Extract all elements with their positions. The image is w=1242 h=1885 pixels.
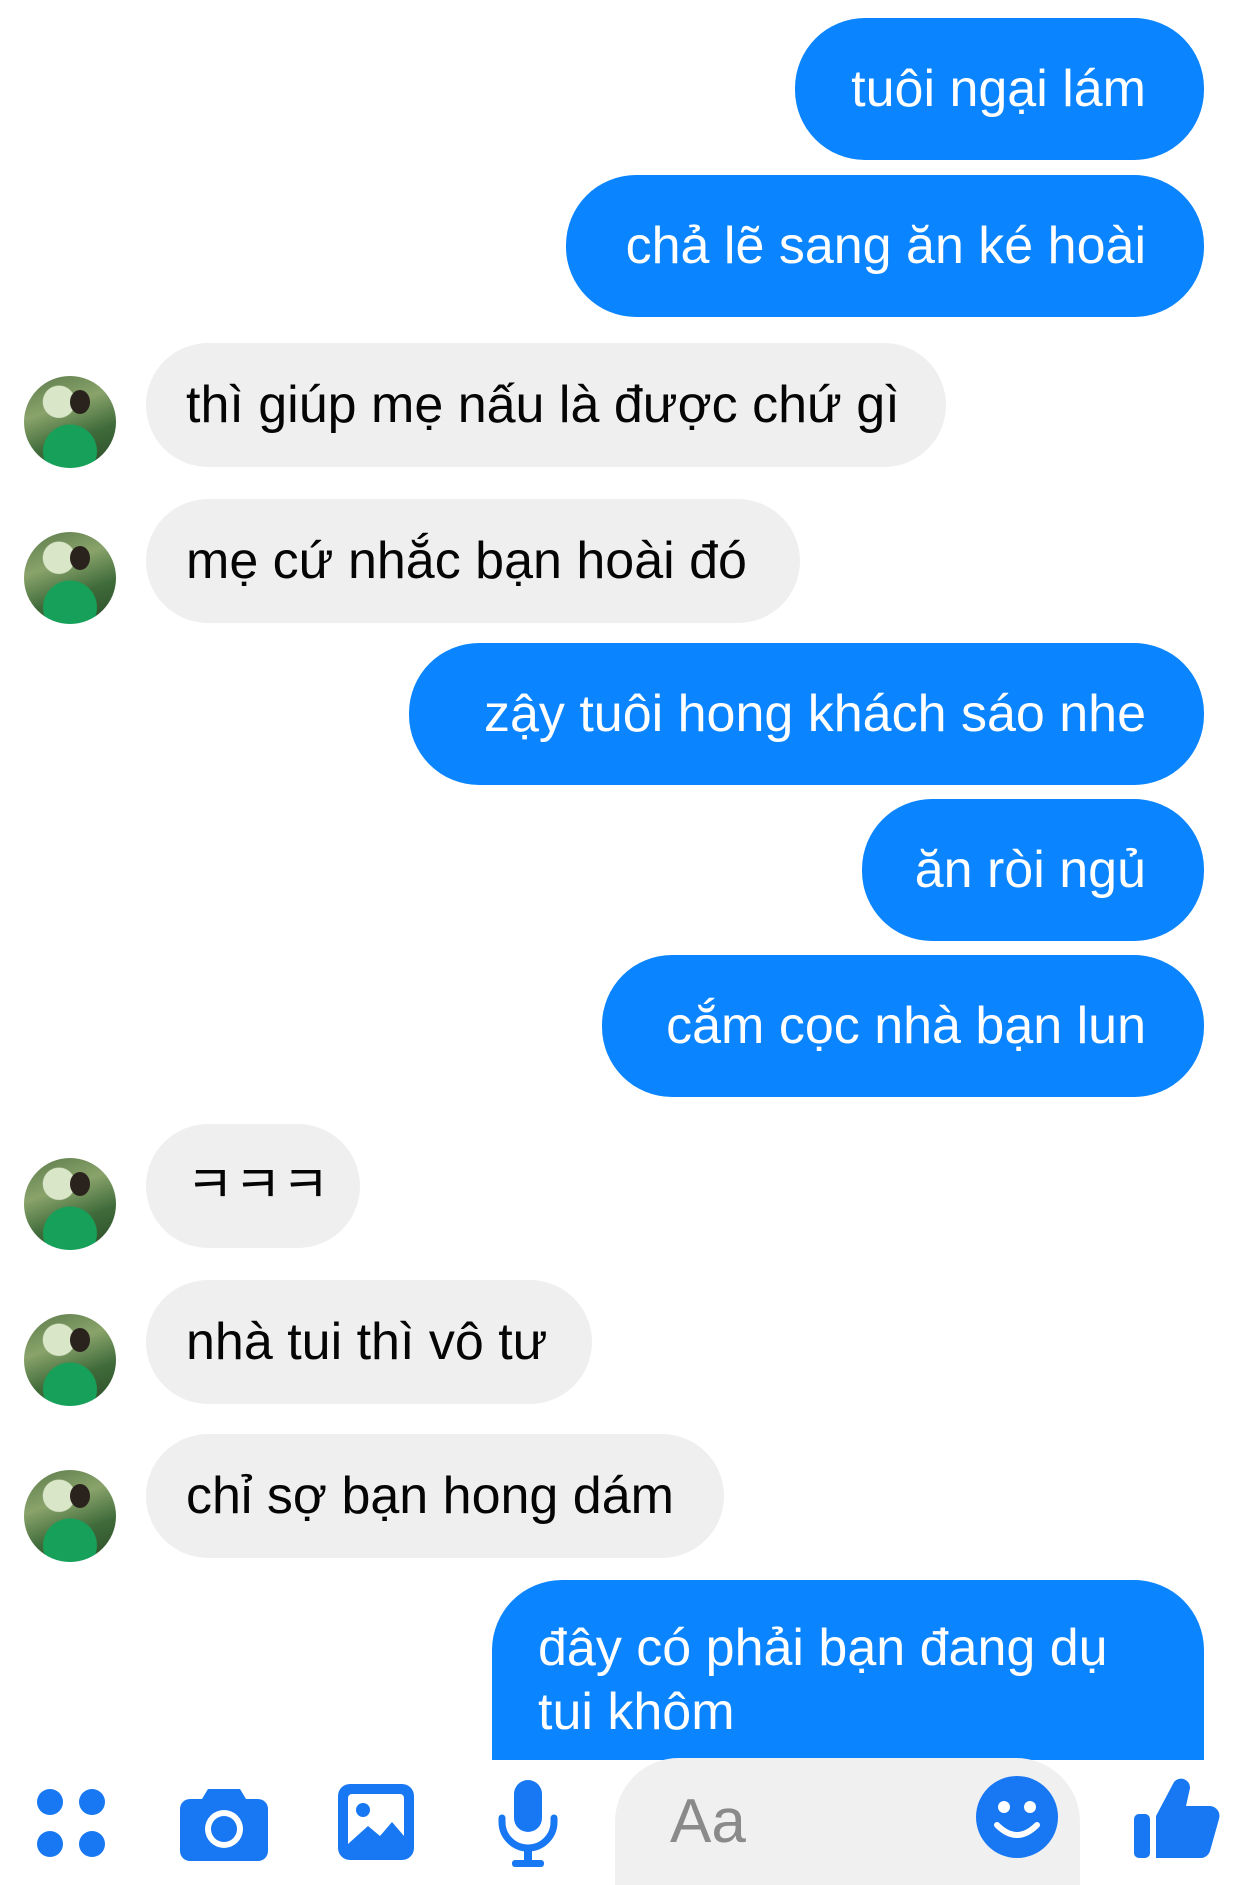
contact-avatar[interactable] <box>24 1470 116 1562</box>
contact-avatar[interactable] <box>24 1314 116 1406</box>
emoji-icon[interactable] <box>975 1775 1059 1859</box>
received-message[interactable]: mẹ cứ nhắc bạn hoài đó <box>146 499 800 623</box>
message-thread: tuôi ngại lám chả lẽ sang ăn ké hoài thì… <box>0 0 1242 1760</box>
sent-message[interactable]: zậy tuôi hong khách sáo nhe <box>409 643 1204 785</box>
photo-icon[interactable] <box>336 1782 416 1862</box>
sent-message[interactable]: tuôi ngại lám <box>795 18 1204 160</box>
contact-avatar[interactable] <box>24 532 116 624</box>
received-message[interactable]: chỉ sợ bạn hong dám <box>146 1434 724 1558</box>
contact-avatar[interactable] <box>24 376 116 468</box>
received-message[interactable]: nhà tui thì vô tư <box>146 1280 592 1404</box>
sent-message[interactable]: chả lẽ sang ăn ké hoài <box>566 175 1204 317</box>
received-message[interactable]: ㅋㅋㅋ <box>146 1124 360 1248</box>
apps-icon[interactable] <box>36 1788 106 1858</box>
thumbs-up-icon[interactable] <box>1132 1772 1222 1862</box>
microphone-icon[interactable] <box>496 1778 560 1870</box>
sent-message[interactable]: đây có phải bạn đang dụ tui khôm <box>492 1580 1204 1760</box>
received-message[interactable]: thì giúp mẹ nấu là được chứ gì <box>146 343 946 467</box>
contact-avatar[interactable] <box>24 1158 116 1250</box>
sent-message[interactable]: ăn ròi ngủ <box>862 799 1204 941</box>
camera-icon[interactable] <box>180 1785 268 1861</box>
sent-message[interactable]: cắm cọc nhà bạn lun <box>602 955 1204 1097</box>
